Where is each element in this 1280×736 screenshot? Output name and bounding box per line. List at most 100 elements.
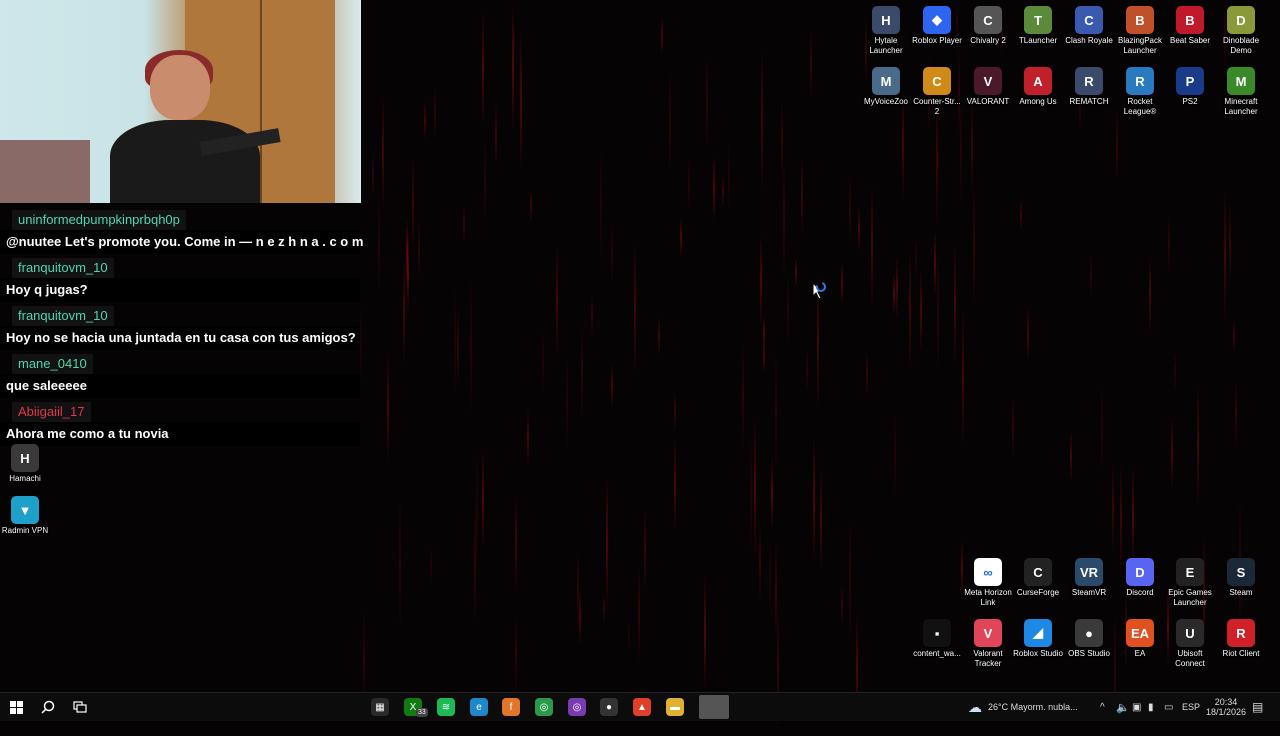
desktop-shortcut[interactable]: D Discord bbox=[1114, 558, 1166, 598]
active-window-icon[interactable] bbox=[699, 695, 729, 719]
shortcut-label: SteamVR bbox=[1071, 588, 1107, 597]
chat-username: uninformedpumpkinprbqh0p bbox=[12, 210, 186, 230]
search-button[interactable] bbox=[36, 693, 60, 721]
desktop-shortcut[interactable]: E Epic Games Launcher bbox=[1164, 558, 1216, 608]
firefox-icon[interactable]: f bbox=[502, 698, 520, 716]
tray-overflow[interactable]: ^ bbox=[1100, 693, 1105, 721]
meta-horizon-icon: ∞ bbox=[974, 558, 1002, 586]
matrix-stream bbox=[660, 17, 663, 55]
matrix-stream bbox=[769, 535, 772, 619]
desktop-shortcut[interactable]: U Ubisoft Connect bbox=[1164, 619, 1216, 669]
desktop-shortcut[interactable]: EA EA bbox=[1114, 619, 1166, 659]
matrix-stream bbox=[403, 255, 406, 368]
notification-button[interactable]: ▤ bbox=[1252, 693, 1263, 721]
matrix-stream bbox=[893, 273, 896, 315]
store-icon[interactable]: ▦ bbox=[371, 698, 389, 716]
taskbar: ▦ X ≋ e f ◎ ◎ ● ▲ ▬ 33 ☁ 26°C Mayorm. nubla... ^ 🔈… bbox=[0, 692, 1280, 721]
chat-message: Abiigaiil_17 Ahora me como a tu novia bbox=[0, 402, 360, 446]
matrix-stream bbox=[469, 275, 472, 421]
matrix-stream bbox=[495, 103, 498, 167]
matrix-stream bbox=[741, 341, 744, 452]
desktop-shortcut[interactable]: C Clash Royale bbox=[1063, 6, 1115, 46]
matrix-stream bbox=[893, 409, 896, 499]
desktop-shortcut[interactable]: S Steam bbox=[1215, 558, 1267, 598]
desktop-shortcut[interactable]: V VALORANT bbox=[962, 67, 1014, 107]
shortcut-label: Steam bbox=[1229, 588, 1253, 597]
desktop-shortcut[interactable]: B Beat Saber bbox=[1164, 6, 1216, 46]
chat-username: Abiigaiil_17 bbox=[12, 402, 91, 422]
chrome-profile-icon[interactable]: ◎ bbox=[568, 698, 586, 716]
matrix-stream bbox=[915, 238, 918, 279]
obs-taskbar-icon[interactable]: ● bbox=[600, 698, 618, 716]
ubisoft-icon: U bbox=[1176, 619, 1204, 647]
desktop-shortcut[interactable]: ▪ content_wa... bbox=[911, 619, 963, 659]
task-view-button[interactable] bbox=[68, 693, 92, 721]
matrix-stream bbox=[759, 519, 762, 604]
desktop-shortcut[interactable]: R Riot Client bbox=[1215, 619, 1267, 659]
brave-icon[interactable]: ▲ bbox=[633, 698, 651, 716]
desktop-shortcut[interactable]: ∞ Meta Horizon Link bbox=[962, 558, 1014, 608]
weather-widget[interactable]: ☁ 26°C Mayorm. nubla... bbox=[968, 693, 1078, 721]
matrix-stream bbox=[971, 97, 974, 196]
desktop-shortcut[interactable]: P PS2 bbox=[1164, 67, 1216, 107]
matrix-stream bbox=[783, 155, 786, 280]
beat-saber-icon: B bbox=[1176, 6, 1204, 34]
desktop-shortcut[interactable]: A Among Us bbox=[1012, 67, 1064, 107]
desktop-shortcut[interactable]: M MyVoiceZoo bbox=[860, 67, 912, 107]
matrix-stream bbox=[529, 188, 532, 223]
rocket-league-icon: R bbox=[1126, 67, 1154, 95]
webcam-overlay bbox=[0, 0, 361, 203]
desktop-shortcut[interactable]: H Hytale Launcher bbox=[860, 6, 912, 56]
matrix-stream bbox=[1012, 396, 1015, 459]
start-button[interactable] bbox=[4, 693, 28, 721]
desktop-shortcut[interactable]: M Minecraft Launcher bbox=[1215, 67, 1267, 117]
clock[interactable]: 20:34 18/1/2026 bbox=[1206, 693, 1246, 721]
desktop-shortcut[interactable]: T TLauncher bbox=[1012, 6, 1064, 46]
desktop-shortcut[interactable]: C CurseForge bbox=[1012, 558, 1064, 598]
matrix-stream bbox=[669, 64, 672, 178]
desktop-shortcut[interactable]: V Valorant Tracker bbox=[962, 619, 1014, 669]
counter-strike-icon: C bbox=[923, 67, 951, 95]
matrix-stream bbox=[453, 281, 456, 402]
shortcut-label: Valorant Tracker bbox=[973, 649, 1003, 668]
desktop-shortcut[interactable]: C Counter-Str... 2 bbox=[911, 67, 963, 117]
search-icon bbox=[41, 700, 55, 714]
riot-icon: R bbox=[1227, 619, 1255, 647]
roblox-studio-icon: ◢ bbox=[1024, 619, 1052, 647]
shortcut-label: BlazingPack Launcher bbox=[1117, 36, 1163, 55]
chrome-icon[interactable]: ◎ bbox=[535, 698, 553, 716]
tray-app-button[interactable]: ▣ bbox=[1132, 693, 1141, 721]
clock-time: 20:34 bbox=[1214, 697, 1238, 707]
shortcut-label: Chivalry 2 bbox=[970, 36, 1006, 45]
desktop-shortcut[interactable]: ◢ Roblox Studio bbox=[1012, 619, 1064, 659]
matrix-stream bbox=[848, 172, 851, 245]
desktop-shortcut[interactable]: C Chivalry 2 bbox=[962, 6, 1014, 46]
tray-volume-button[interactable]: 🔈 bbox=[1116, 693, 1130, 721]
tray-microphone-button[interactable]: ▮ bbox=[1148, 693, 1154, 721]
desktop-shortcut[interactable]: R Rocket League® bbox=[1114, 67, 1166, 117]
language-indicator[interactable]: ESP bbox=[1182, 693, 1200, 721]
file-explorer-icon[interactable]: ▬ bbox=[666, 698, 684, 716]
matrix-stream bbox=[1233, 318, 1236, 354]
shortcut-label: Clash Royale bbox=[1065, 36, 1113, 45]
desktop-shortcut[interactable]: ◆ Roblox Player bbox=[911, 6, 963, 46]
radmin-vpn-icon: ▼ bbox=[11, 496, 39, 524]
matrix-stream bbox=[637, 562, 640, 665]
desktop-shortcut[interactable]: H Hamachi bbox=[0, 444, 51, 484]
desktop-shortcut[interactable]: ● OBS Studio bbox=[1063, 619, 1115, 659]
edge-icon[interactable]: e bbox=[470, 698, 488, 716]
matrix-stream bbox=[1229, 201, 1232, 285]
shortcut-label: CurseForge bbox=[1016, 588, 1060, 597]
desktop-shortcut[interactable]: D Dinoblade Demo bbox=[1215, 6, 1267, 56]
desktop-shortcut[interactable]: B BlazingPack Launcher bbox=[1114, 6, 1166, 56]
spotify-icon[interactable]: ≋ bbox=[437, 698, 455, 716]
matrix-stream bbox=[866, 351, 869, 397]
matrix-stream bbox=[680, 217, 683, 257]
myvoicezoo-icon: M bbox=[872, 67, 900, 95]
desktop-shortcut[interactable]: R REMATCH bbox=[1063, 67, 1115, 107]
matrix-stream bbox=[933, 229, 936, 296]
tray-network-button[interactable]: ▭ bbox=[1164, 693, 1173, 721]
desktop-shortcut[interactable]: ▼ Radmin VPN bbox=[0, 496, 51, 536]
desktop-shortcut[interactable]: VR SteamVR bbox=[1063, 558, 1115, 598]
matrix-stream bbox=[953, 242, 956, 363]
